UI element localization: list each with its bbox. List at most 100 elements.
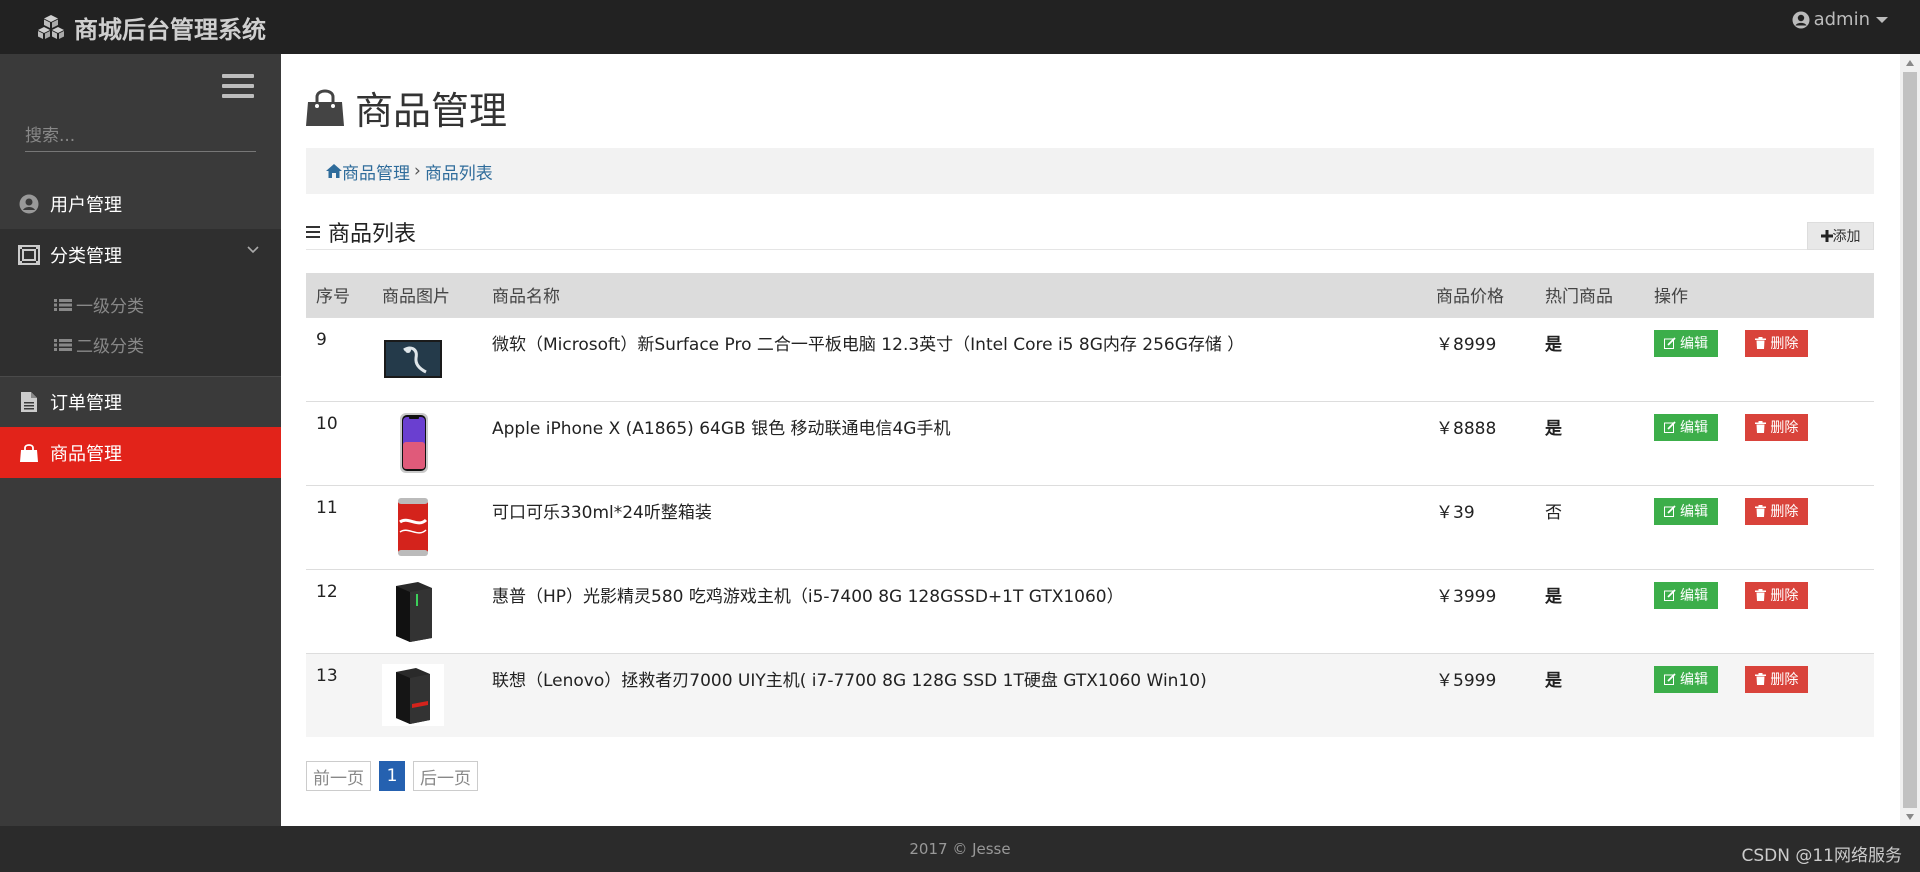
- delete-button[interactable]: 删除: [1745, 581, 1809, 609]
- cell-hot: 是: [1535, 400, 1644, 485]
- cell-id: 11: [306, 484, 372, 569]
- sidebar: 用户管理 分类管理 一级分类 二级分类 订单管理 商品管理: [0, 54, 281, 826]
- cell-name: 惠普（HP）光影精灵580 吃鸡游戏主机（i5-7400 8G 128GSSD+…: [482, 568, 1426, 653]
- edit-label: 编辑: [1680, 336, 1708, 352]
- delete-button[interactable]: 删除: [1745, 665, 1809, 693]
- product-image-phone[interactable]: [382, 412, 444, 474]
- table-row: 12 惠普（HP）光影精灵580 吃鸡游戏主机（i5-7400 8G 128GS…: [306, 568, 1874, 653]
- scroll-up-arrow-icon[interactable]: [1906, 60, 1914, 66]
- cell-hot: 是: [1535, 316, 1644, 401]
- edit-label: 编辑: [1680, 420, 1708, 436]
- user-menu[interactable]: admin: [1792, 9, 1888, 30]
- edit-icon: [1664, 337, 1676, 349]
- sidebar-item-orders[interactable]: 订单管理: [0, 376, 281, 427]
- sidebar-subitem-level1[interactable]: 一级分类: [54, 292, 144, 317]
- file-icon: [18, 391, 40, 413]
- cell-price: ￥5999: [1426, 652, 1535, 737]
- delete-label: 删除: [1770, 672, 1799, 688]
- cell-id: 9: [306, 316, 372, 401]
- scroll-down-arrow-icon[interactable]: [1906, 814, 1914, 820]
- cell-hot: 否: [1535, 484, 1644, 569]
- cell-actions: 编辑 删除: [1644, 652, 1874, 737]
- cell-name: 微软（Microsoft）新Surface Pro 二合一平板电脑 12.3英寸…: [482, 316, 1426, 401]
- home-icon: [326, 164, 342, 178]
- shopping-bag-icon: [18, 442, 40, 464]
- edit-icon: [1664, 421, 1676, 433]
- page-number-current[interactable]: 1: [379, 761, 405, 791]
- breadcrumb-home-link[interactable]: 商品管理: [326, 159, 410, 184]
- plus-icon: [1820, 230, 1833, 242]
- user-circle-icon: [1792, 11, 1810, 28]
- menu-toggle-icon[interactable]: [222, 74, 254, 102]
- cell-price: ￥8999: [1426, 316, 1535, 401]
- section-title-text: 商品列表: [328, 222, 417, 247]
- prev-page-button[interactable]: 前一页: [306, 761, 371, 791]
- edit-button[interactable]: 编辑: [1654, 497, 1718, 525]
- delete-button[interactable]: 删除: [1745, 413, 1809, 441]
- column-header: 操作: [1644, 273, 1874, 317]
- delete-label: 删除: [1770, 420, 1799, 436]
- sidebar-item-label: 分类管理: [50, 245, 122, 267]
- delete-label: 删除: [1770, 588, 1799, 604]
- sidebar-search-input[interactable]: [25, 120, 256, 152]
- edit-button[interactable]: 编辑: [1654, 413, 1718, 441]
- top-navbar: 商城后台管理系统 admin: [0, 0, 1920, 54]
- footer-text: 2017 © Jesse: [909, 840, 1011, 858]
- trash-icon: [1755, 673, 1767, 685]
- bars-icon: [306, 226, 320, 238]
- cell-hot: 是: [1535, 568, 1644, 653]
- main-content: 商品管理 商品管理 › 商品列表 商品列表 添加 序号 商品图片 商品名称 商品…: [281, 54, 1900, 826]
- shopping-bag-icon: [306, 89, 344, 126]
- sidebar-item-users[interactable]: 用户管理: [0, 178, 281, 229]
- sidebar-subitem-level2[interactable]: 二级分类: [54, 332, 144, 357]
- cell-price: ￥3999: [1426, 568, 1535, 653]
- edit-button[interactable]: 编辑: [1654, 665, 1718, 693]
- page-title: 商品管理: [305, 80, 507, 135]
- footer: 2017 © Jesse: [0, 826, 1920, 872]
- brand[interactable]: 商城后台管理系统: [36, 10, 266, 44]
- column-header: 热门商品: [1535, 273, 1644, 317]
- list-icon: [54, 298, 72, 311]
- product-image-pc-tower[interactable]: [382, 580, 444, 642]
- table-row: 10 Apple iPhone X (A1865) 64GB 银色 移动联通电信…: [306, 400, 1874, 485]
- vertical-scrollbar[interactable]: [1900, 54, 1920, 826]
- next-page-button[interactable]: 后一页: [413, 761, 478, 791]
- edit-icon: [1664, 589, 1676, 601]
- cell-image: [372, 652, 482, 737]
- caret-down-icon: [1876, 16, 1888, 23]
- column-header: 商品名称: [482, 273, 1426, 317]
- delete-button[interactable]: 删除: [1745, 329, 1809, 357]
- breadcrumb-label: 商品管理: [342, 163, 410, 184]
- edit-label: 编辑: [1680, 672, 1708, 688]
- cell-hot: 是: [1535, 652, 1644, 737]
- cell-actions: 编辑 删除: [1644, 568, 1874, 653]
- cell-name: Apple iPhone X (A1865) 64GB 银色 移动联通电信4G手…: [482, 400, 1426, 485]
- product-image-can[interactable]: [382, 496, 444, 558]
- sidebar-item-label: 订单管理: [50, 392, 122, 414]
- cell-actions: 编辑 删除: [1644, 316, 1874, 401]
- edit-label: 编辑: [1680, 504, 1708, 520]
- edit-icon: [1664, 505, 1676, 517]
- trash-icon: [1755, 421, 1767, 433]
- edit-button[interactable]: 编辑: [1654, 329, 1718, 357]
- add-goods-button[interactable]: 添加: [1807, 222, 1874, 250]
- cell-image: [372, 316, 482, 401]
- cell-actions: 编辑 删除: [1644, 484, 1874, 569]
- scrollbar-thumb[interactable]: [1903, 72, 1917, 808]
- sidebar-subitem-label: 一级分类: [76, 297, 144, 317]
- trash-icon: [1755, 505, 1767, 517]
- cell-id: 12: [306, 568, 372, 653]
- breadcrumb-label: 商品列表: [424, 163, 493, 184]
- cell-name: 可口可乐330ml*24听整箱装: [482, 484, 1426, 569]
- sidebar-item-goods[interactable]: 商品管理: [0, 427, 281, 478]
- edit-button[interactable]: 编辑: [1654, 581, 1718, 609]
- cell-price: ￥39: [1426, 484, 1535, 569]
- watermark: CSDN @11网络服务: [1741, 846, 1902, 866]
- product-image-tablet[interactable]: [382, 328, 444, 390]
- sidebar-submenu: 一级分类 二级分类: [0, 278, 281, 376]
- goods-table: 序号 商品图片 商品名称 商品价格 热门商品 操作 9 微软（Microsoft…: [306, 273, 1874, 737]
- delete-button[interactable]: 删除: [1745, 497, 1809, 525]
- product-image-pc-tower-red[interactable]: [382, 663, 444, 726]
- breadcrumb-current-link[interactable]: 商品列表: [425, 159, 493, 184]
- sidebar-item-categories[interactable]: 分类管理: [0, 229, 281, 280]
